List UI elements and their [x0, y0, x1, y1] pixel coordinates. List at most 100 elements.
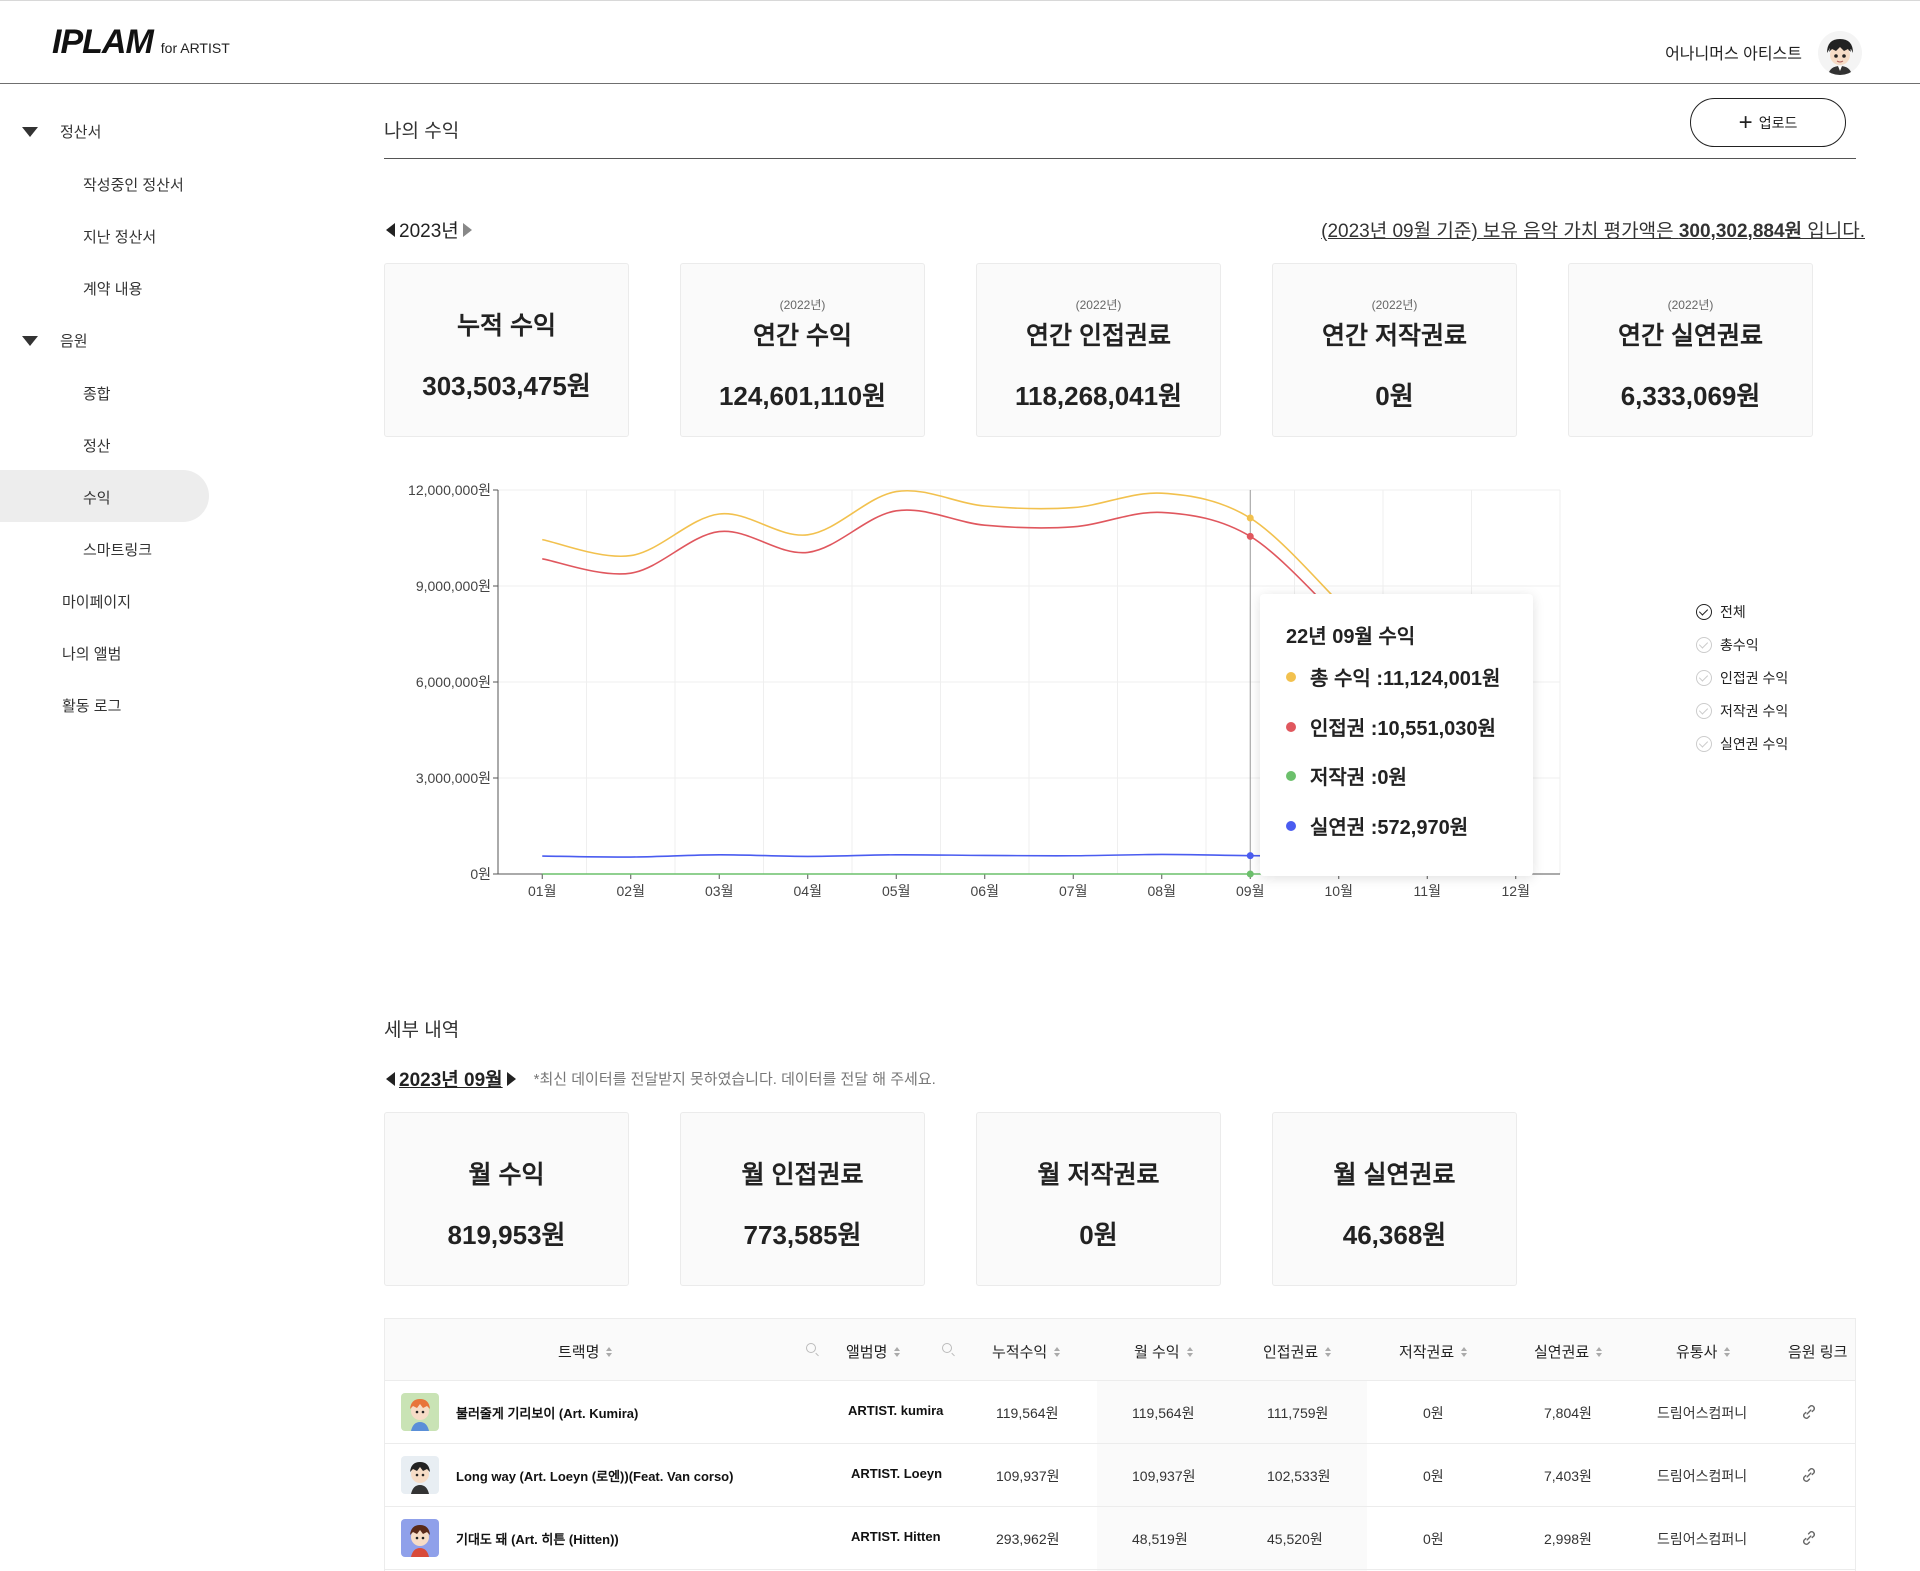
th-label: 음원 링크	[1788, 1344, 1848, 1361]
x-tick-label: 08월	[1148, 883, 1176, 899]
cell-performance: 7,804원	[1544, 1405, 1592, 1421]
card-value: 6,333,069원	[1620, 381, 1761, 411]
next-month-icon[interactable]	[506, 1071, 516, 1086]
year-label: 2023년	[399, 221, 459, 242]
legend-item-total[interactable]: 총수익	[1696, 628, 1788, 661]
cell-distributor: 드림어스컴퍼니	[1657, 1405, 1748, 1421]
cell-month: 109,937원	[1132, 1468, 1196, 1484]
chart-tooltip: 22년 09월 수익 총 수익 :11,124,001원 인접권 :10,551…	[1260, 594, 1533, 876]
th-neighbor-fee[interactable]: 인접권료	[1263, 1341, 1332, 1362]
link-icon[interactable]	[1798, 1401, 1820, 1423]
card-value: 0원	[1375, 381, 1414, 411]
sidebar-item-contract[interactable]: 계약 내용	[83, 278, 142, 299]
user-name[interactable]: 어나니머스 아티스트	[1665, 40, 1802, 64]
table-row[interactable]: Long way (Art. Loeyn (로엔))(Feat. Van cor…	[385, 1444, 1855, 1507]
th-album[interactable]: 앨범명	[846, 1341, 901, 1362]
card-annual-revenue: (2022년) 연간 수익 124,601,110원	[680, 263, 925, 437]
th-label: 누적수익	[992, 1344, 1048, 1361]
cell-performance: 2,998원	[1544, 1531, 1592, 1547]
link-icon[interactable]	[1798, 1464, 1820, 1486]
cell-distributor: 드림어스컴퍼니	[1657, 1468, 1748, 1484]
track-name[interactable]: 기대도 돼 (Art. 히튼 (Hitten))	[456, 1529, 619, 1548]
legend-item-neighbor[interactable]: 인접권 수익	[1696, 661, 1788, 694]
track-thumbnail	[401, 1456, 439, 1494]
card-value: 773,585원	[743, 1220, 862, 1250]
tooltip-row-neighbor: 인접권 :10,551,030원	[1286, 712, 1496, 741]
x-tick-label: 03월	[705, 883, 733, 899]
card-annual-copyright-fee: (2022년) 연간 저작권료 0원	[1272, 263, 1517, 437]
search-icon[interactable]	[942, 1343, 952, 1353]
x-tick-label: 09월	[1236, 883, 1264, 899]
sidebar-group-label: 정산서	[60, 124, 102, 141]
sort-icon	[1186, 1346, 1193, 1357]
month-label[interactable]: 2023년 09월	[399, 1065, 503, 1092]
cell-performance: 7,403원	[1544, 1468, 1592, 1484]
sidebar-item-revenue[interactable]: 수익	[83, 487, 111, 508]
search-icon[interactable]	[806, 1343, 816, 1353]
avatar[interactable]	[1818, 31, 1862, 75]
series-point-neighbor	[1246, 532, 1254, 540]
table-header: 트랙명 앨범명 누적수익 월 수익 인접권료 저작권료 실연권료 유통사 음원 …	[385, 1319, 1855, 1381]
track-name[interactable]: Long way (Art. Loeyn (로엔))(Feat. Van cor…	[456, 1466, 733, 1485]
card-value: 819,953원	[447, 1220, 566, 1250]
x-tick-label: 12월	[1502, 883, 1530, 899]
album-name: ARTIST. Hitten	[851, 1529, 941, 1544]
x-tick-label: 02월	[617, 883, 645, 899]
sidebar-item-activity-log[interactable]: 활동 로그	[62, 695, 121, 716]
legend-label: 총수익	[1720, 636, 1759, 653]
card-label: 연간 수익	[753, 322, 852, 350]
sidebar-item-past-statement[interactable]: 지난 정산서	[83, 226, 156, 247]
valuation-suffix: 입니다.	[1802, 221, 1865, 242]
valuation-text[interactable]: (2023년 09월 기준) 보유 음악 가치 평가액은 300,302,884…	[1321, 216, 1865, 243]
prev-month-icon[interactable]	[386, 1071, 395, 1086]
card-label: 월 실연권료	[1333, 1161, 1456, 1189]
card-value: 46,368원	[1342, 1220, 1447, 1250]
legend-item-all[interactable]: 전체	[1696, 595, 1788, 628]
card-label: 연간 실연권료	[1618, 322, 1763, 350]
app-logo[interactable]: IPLAM for ARTIST	[52, 23, 230, 61]
table-row[interactable]: 불러줄게 기리보이 (Art. Kumira) ARTIST. kumira 1…	[385, 1381, 1855, 1444]
character-avatar-icon	[410, 1462, 430, 1494]
album-name: ARTIST. kumira	[848, 1403, 944, 1418]
x-tick-label: 01월	[528, 883, 556, 899]
card-sub: (2022년)	[1075, 298, 1122, 312]
sidebar-group-settlement[interactable]: 정산서	[22, 121, 101, 142]
th-label: 인접권료	[1263, 1344, 1319, 1361]
th-total-revenue[interactable]: 누적수익	[992, 1341, 1061, 1362]
sidebar-item-my-album[interactable]: 나의 앨범	[62, 643, 121, 664]
sidebar-item-mypage[interactable]: 마이페이지	[62, 591, 131, 612]
copyright-dot-icon	[1286, 770, 1296, 781]
caret-down-icon	[22, 335, 38, 346]
legend-label: 인접권 수익	[1720, 669, 1789, 686]
legend-item-copyright[interactable]: 저작권 수익	[1696, 694, 1788, 727]
th-monthly-revenue[interactable]: 월 수익	[1134, 1341, 1193, 1362]
track-name[interactable]: 불러줄게 기리보이 (Art. Kumira)	[456, 1403, 638, 1422]
legend-label: 전체	[1720, 603, 1746, 620]
card-label: 월 인접권료	[741, 1161, 864, 1189]
next-year-icon[interactable]	[462, 222, 472, 237]
th-label: 유통사	[1676, 1344, 1718, 1361]
character-avatar-icon	[410, 1525, 430, 1557]
y-tick-label: 6,000,000원	[416, 674, 491, 690]
th-copyright-fee[interactable]: 저작권료	[1399, 1341, 1468, 1362]
sidebar-item-draft-statement[interactable]: 작성중인 정산서	[83, 174, 184, 195]
sidebar-group-music[interactable]: 음원	[22, 330, 88, 351]
series-point-total	[1246, 514, 1254, 522]
y-tick-label: 12,000,000원	[408, 482, 491, 498]
th-performance-fee[interactable]: 실연권료	[1534, 1341, 1603, 1362]
prev-year-icon[interactable]	[386, 222, 395, 237]
sidebar-item-settlement[interactable]: 정산	[83, 435, 111, 456]
sidebar-item-smartlink[interactable]: 스마트링크	[83, 539, 152, 560]
upload-button[interactable]: + 업로드	[1690, 98, 1846, 147]
sidebar-item-overview[interactable]: 종합	[83, 383, 111, 404]
th-link: 음원 링크	[1788, 1341, 1847, 1362]
table-row[interactable]: 기대도 돼 (Art. 히튼 (Hitten)) ARTIST. Hitten …	[385, 1507, 1855, 1570]
link-icon[interactable]	[1798, 1527, 1820, 1549]
legend-item-performance[interactable]: 실연권 수익	[1696, 727, 1788, 760]
card-label: 월 수익	[468, 1161, 545, 1189]
th-track[interactable]: 트랙명	[558, 1341, 613, 1362]
card-value: 124,601,110원	[718, 381, 887, 411]
track-thumbnail	[401, 1519, 439, 1557]
th-label: 트랙명	[558, 1344, 600, 1361]
th-distributor[interactable]: 유통사	[1676, 1341, 1731, 1362]
